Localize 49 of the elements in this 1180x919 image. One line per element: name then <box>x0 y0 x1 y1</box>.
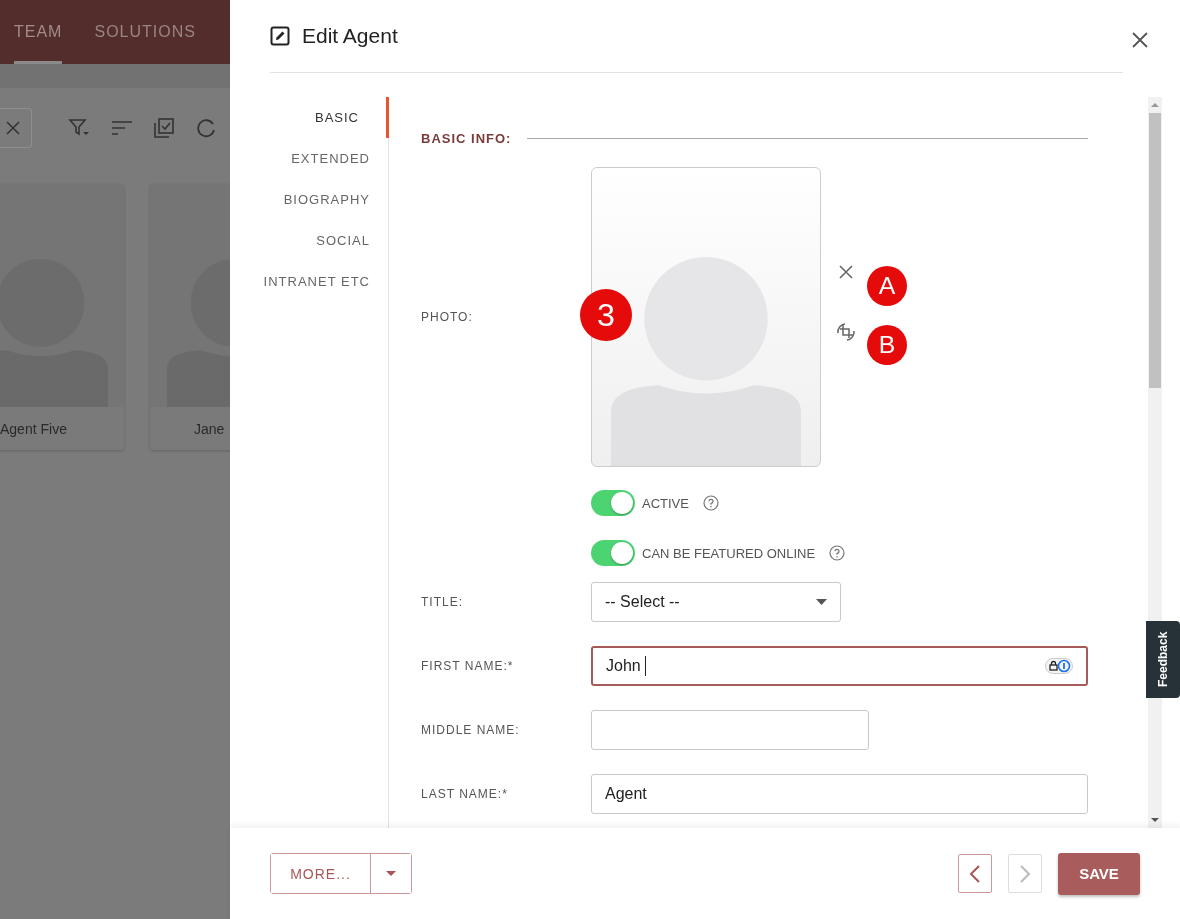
agent-card[interactable]: Jane <box>150 184 230 450</box>
input-field[interactable]: John <box>591 646 1088 686</box>
field-label: PHOTO: <box>421 310 474 324</box>
close-icon <box>5 120 21 136</box>
field-label: TITLE: <box>421 595 464 609</box>
previous-button[interactable] <box>958 854 992 893</box>
checklist-icon[interactable] <box>154 118 174 138</box>
agent-name: Jane <box>150 407 230 450</box>
section-tab[interactable]: EXTENDED <box>291 138 389 179</box>
edit-icon <box>270 26 290 46</box>
agent-card[interactable]: Agent Five <box>0 184 124 450</box>
caret-icon <box>386 871 396 876</box>
input-field[interactable]: Agent <box>591 774 1088 814</box>
save-button[interactable]: SAVE <box>1058 852 1140 895</box>
section-tab[interactable]: BIOGRAPHY <box>283 179 389 220</box>
section-tab[interactable]: BASIC <box>315 97 389 138</box>
field-label: MIDDLE NAME: <box>421 723 521 737</box>
dialog-title: Edit Agent <box>302 24 398 48</box>
select-field[interactable]: -- Select -- <box>591 582 841 622</box>
more-button[interactable]: MORE... <box>271 854 371 893</box>
agent-name: Agent Five <box>0 407 124 450</box>
annotation-marker: 3 <box>580 289 632 341</box>
feedback-tab[interactable]: Feedback <box>1146 621 1180 698</box>
section-tab[interactable]: INTRANET ETC <box>263 261 389 302</box>
input-field[interactable] <box>591 710 869 750</box>
section-tab[interactable]: SOCIAL <box>316 220 389 261</box>
toggle-label: CAN BE FEATURED ONLINE <box>642 545 816 561</box>
refresh-icon[interactable] <box>196 118 216 138</box>
scroll-down-icon[interactable] <box>1151 816 1159 824</box>
nav-tab[interactable]: SOLUTIONS <box>94 0 196 64</box>
annotation-marker: A <box>867 266 907 306</box>
toggle-switch[interactable] <box>591 540 635 566</box>
sort-icon[interactable] <box>112 121 132 135</box>
toggle-switch[interactable] <box>591 490 635 516</box>
field-label: LAST NAME:* <box>421 787 509 801</box>
dropdown-caret-icon <box>816 599 827 605</box>
section-heading: BASIC INFO: <box>421 130 512 146</box>
annotation-marker: B <box>867 325 907 365</box>
scroll-up-icon[interactable] <box>1151 101 1159 109</box>
field-label: FIRST NAME:* <box>421 659 515 673</box>
toggle-label: ACTIVE <box>642 495 689 511</box>
chevron-right-icon <box>1019 863 1031 884</box>
help-icon[interactable] <box>829 545 846 561</box>
chevron-left-icon <box>969 863 981 884</box>
photo-frame[interactable] <box>591 167 821 467</box>
crop-button[interactable] <box>835 321 857 343</box>
password-manager-icon[interactable] <box>1045 658 1073 674</box>
help-icon[interactable] <box>702 495 719 511</box>
close-button[interactable] <box>1130 30 1150 50</box>
